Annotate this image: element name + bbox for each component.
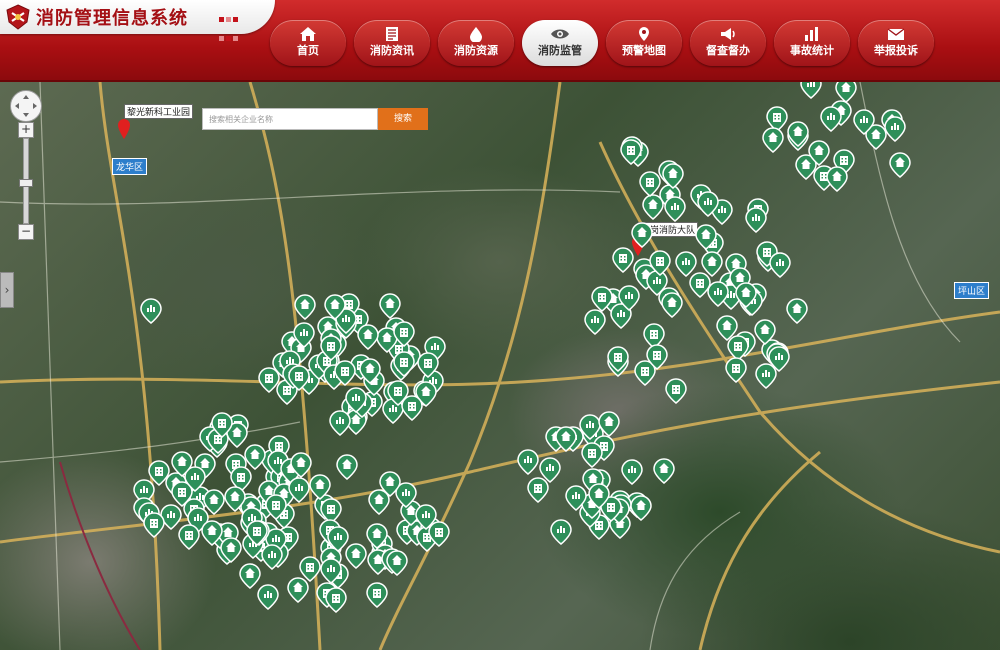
map-view[interactable]: + − › 搜索相关企业名称 搜索 黎光新科工业园 龙华区 龙岗消防大队 坪山区 [0,82,1000,650]
enterprise-marker-icon[interactable] [239,563,261,589]
nav-report-complaint-label: 举报投诉 [874,44,918,57]
nav-warning-map-label: 预警地图 [622,44,666,57]
logo-area: 消防管理信息系统 [0,0,275,41]
enterprise-marker-icon[interactable] [203,489,225,515]
enterprise-marker-icon[interactable] [786,298,808,324]
nav-accident-stats-label: 事故统计 [790,44,834,57]
enterprise-marker-icon[interactable] [835,82,857,103]
app-title: 消防管理信息系统 [36,8,188,29]
enterprise-marker-icon[interactable] [766,106,788,132]
enterprise-marker-icon[interactable] [294,294,316,320]
enterprise-marker-icon[interactable] [539,457,561,483]
nav-fire-news-label: 消防资讯 [370,44,414,57]
enterprise-marker-icon[interactable] [755,363,777,389]
enterprise-marker-icon[interactable] [820,106,842,132]
nav-fire-news[interactable]: 消防资讯 [354,20,430,66]
enterprise-marker-icon[interactable] [745,207,767,233]
nav-report-complaint[interactable]: 举报投诉 [858,20,934,66]
enterprise-marker-icon[interactable] [701,251,723,277]
bar-chart-icon [805,27,818,41]
eye-icon [551,29,569,39]
enterprise-marker-icon[interactable] [675,251,697,277]
enterprise-marker-icon[interactable] [826,166,848,192]
envelope-icon [887,28,905,40]
news-icon [386,27,398,41]
enterprise-marker-icon[interactable] [643,323,665,349]
enterprise-marker-icon[interactable] [345,543,367,569]
enterprise-marker-icon[interactable] [800,82,822,99]
enterprise-marker-icon[interactable] [653,458,675,484]
enterprise-marker-icon[interactable] [612,247,634,273]
main-nav: 首页 消防资讯 消防资源 消防监管 预警地图 督查督办 事故统计 举报投诉 [270,20,942,68]
enterprise-marker-icon[interactable] [631,222,653,248]
nav-inspection-label: 督查督办 [706,44,750,57]
nav-warning-map[interactable]: 预警地图 [606,20,682,66]
enterprise-marker-icon[interactable] [642,194,664,220]
enterprise-marker-icon[interactable] [584,309,606,335]
enterprise-marker-icon[interactable] [143,512,165,538]
enterprise-marker-icon[interactable] [401,395,423,421]
enterprise-marker-icon[interactable] [725,357,747,383]
enterprise-marker-icon[interactable] [178,524,200,550]
nav-accident-stats[interactable]: 事故统计 [774,20,850,66]
enterprise-marker-icon[interactable] [366,582,388,608]
enterprise-marker-icon[interactable] [664,196,686,222]
enterprise-marker-icon[interactable] [329,410,351,436]
enterprise-marker-icon[interactable] [357,324,379,350]
enterprise-marker-icon[interactable] [889,152,911,178]
nav-fire-resources-label: 消防资源 [454,44,498,57]
enterprise-marker-icon[interactable] [379,293,401,319]
enterprise-marker-icon[interactable] [527,477,549,503]
enterprise-marker-icon[interactable] [769,252,791,278]
nav-fire-supervision[interactable]: 消防监管 [522,20,598,66]
enterprise-marker-icon[interactable] [689,272,711,298]
enterprise-marker-icon[interactable] [299,556,321,582]
enterprise-marker-icon[interactable] [258,367,280,393]
enterprise-marker-icon[interactable] [550,519,572,545]
enterprise-marker-icon[interactable] [325,587,347,613]
enterprise-marker-icon[interactable] [581,442,603,468]
drop-icon [470,27,482,42]
home-icon [300,27,316,41]
nav-home[interactable]: 首页 [270,20,346,66]
enterprise-marker-icon[interactable] [662,163,684,189]
enterprise-marker-icon[interactable] [287,577,309,603]
nav-fire-supervision-label: 消防监管 [538,44,582,57]
nav-inspection[interactable]: 督查督办 [690,20,766,66]
enterprise-marker-icon[interactable] [665,378,687,404]
header-bar: 消防管理信息系统 首页 消防资讯 消防资源 消防监管 预警地图 督查督办 事故统… [0,0,1000,82]
enterprise-marker-icon[interactable] [621,459,643,485]
decorative-dots [218,8,239,46]
enterprise-marker-icon[interactable] [884,116,906,142]
map-pin-icon [639,27,649,41]
enterprise-marker-icon[interactable] [140,298,162,324]
enterprise-marker-icon[interactable] [630,495,652,521]
megaphone-icon [721,28,735,40]
enterprise-marker-icon[interactable] [336,454,358,480]
fire-badge-icon [6,4,30,30]
enterprise-marker-icon[interactable] [257,584,279,610]
nav-home-label: 首页 [297,44,319,57]
enterprise-marker-icon[interactable] [368,489,390,515]
enterprise-marker-icon[interactable] [244,444,266,470]
nav-fire-resources[interactable]: 消防资源 [438,20,514,66]
app-window: 消防管理信息系统 首页 消防资讯 消防资源 消防监管 预警地图 督查督办 事故统… [0,0,1000,650]
enterprise-marker-icon[interactable] [762,127,784,153]
enterprise-marker-icon[interactable] [661,292,683,318]
enterprise-marker-icon[interactable] [639,171,661,197]
enterprise-marker-icon[interactable] [517,449,539,475]
enterprise-markers-layer [133,82,911,613]
